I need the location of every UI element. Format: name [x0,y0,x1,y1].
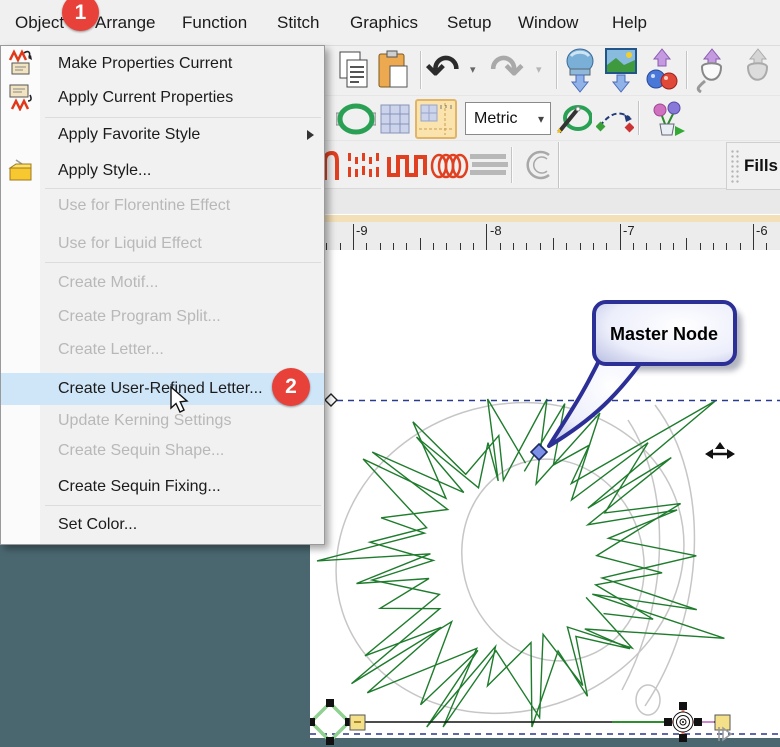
drag-handle-icon[interactable] [730,149,741,183]
menu-item-set-color[interactable]: Set Color... [1,509,324,541]
toolbar-separator [511,147,513,183]
import-ornaments-icon[interactable] [645,48,679,93]
menu-item-create-motif: Create Motif... [1,267,324,299]
curve-arrow-icon[interactable] [596,104,634,134]
menu-separator [45,188,321,189]
callout-text: Master Node [610,324,718,344]
toolbar-separator [686,51,688,89]
stitch-zigzag-icon[interactable] [322,149,344,183]
menu-item-make-properties-current[interactable]: Make Properties Current [1,48,324,80]
undo-dropdown-icon[interactable]: ▾ [470,63,476,76]
copy-icon[interactable] [336,50,372,90]
arc-tool-icon[interactable] [521,146,559,184]
menu-item-update-kerning-settings: Update Kerning Settings [1,405,324,437]
chevron-down-icon: ▾ [538,112,550,126]
toolbar-spacer [310,188,780,215]
wand-hoop-icon[interactable] [556,103,592,135]
menu-setup[interactable]: Setup [447,0,491,45]
mouse-cursor-icon [168,386,190,421]
menu-bar: Object Arrange Function Stitch Graphics … [0,0,780,46]
menu-item-create-sequin-fixing[interactable]: Create Sequin Fixing... [1,471,324,503]
menu-function[interactable]: Function [182,0,247,45]
stitch-coil-icon[interactable] [430,152,470,180]
rotation-origin-handle[interactable] [310,699,353,745]
menu-separator [45,117,321,118]
menu-item-use-for-liquid-effect: Use for Liquid Effect [1,228,324,260]
object-menu-popup: Make Properties Current Apply Current Pr… [0,45,325,545]
toolbar-separator [638,101,640,135]
send-to-machine-icon[interactable] [563,48,597,93]
menu-separator [45,262,321,263]
grid-icon[interactable] [380,104,410,134]
stitch-stipple-icon[interactable] [346,151,384,181]
upload-hoop-icon[interactable] [694,48,728,93]
redo-icon[interactable]: ↷ [490,45,524,95]
design-layer: Master Node [310,250,780,747]
toolbar-separator [558,142,560,188]
hoop-icon[interactable] [336,103,376,135]
menu-arrange[interactable]: Arrange [95,0,155,45]
undo-icon[interactable]: ↶ [426,45,460,95]
resize-cursor-icon [705,442,735,459]
menu-item-apply-favorite-style[interactable]: Apply Favorite Style [1,119,324,151]
upload-hoop-disabled-icon [740,48,774,93]
menu-item-create-sequin-shape: Create Sequin Shape... [1,435,324,467]
stitch-squarewave-icon[interactable] [386,151,428,181]
make-properties-icon [8,49,34,82]
paste-icon[interactable] [376,50,412,90]
apply-style-folder-icon [8,158,34,189]
apply-properties-icon [8,83,34,116]
master-node-handle[interactable] [531,444,547,460]
top-anchor-handle[interactable] [325,394,337,406]
menu-stitch[interactable]: Stitch [277,0,320,45]
menu-item-apply-style[interactable]: Apply Style... [1,155,324,187]
export-image-icon[interactable] [603,48,639,93]
grid-ruler-active-icon[interactable] [415,99,457,139]
menu-item-create-program-split: Create Program Split... [1,301,324,333]
toolbar-separator [420,51,422,89]
stitch-satin-icon[interactable] [470,153,508,179]
menu-window[interactable]: Window [518,0,578,45]
rotation-center-handle[interactable] [664,702,702,742]
master-node-callout: Master Node [549,302,742,446]
redo-dropdown-icon[interactable]: ▾ [536,63,542,76]
menu-help[interactable]: Help [612,0,647,45]
plant-run-icon[interactable] [648,100,686,138]
menu-item-use-for-florentine-effect: Use for Florentine Effect [1,190,324,222]
toolbar-separator [556,51,558,89]
menu-object[interactable]: Object [15,0,64,45]
units-dropdown[interactable]: Metric ▾ [465,102,551,135]
fills-panel-label: Fills [744,156,778,176]
menu-graphics[interactable]: Graphics [350,0,418,45]
submenu-arrow-icon [307,130,314,140]
step-badge-2: 2 [272,368,310,406]
menu-separator [45,505,321,506]
menu-item-create-letter: Create Letter... [1,334,324,366]
ruler: -9-8-7-6 [310,222,780,251]
stitch-lines [317,399,724,727]
fills-panel[interactable]: Fills [726,142,780,190]
units-value: Metric [466,110,538,128]
menu-item-apply-current-properties[interactable]: Apply Current Properties [1,82,324,114]
application-window: Object Arrange Function Stitch Graphics … [0,0,780,747]
